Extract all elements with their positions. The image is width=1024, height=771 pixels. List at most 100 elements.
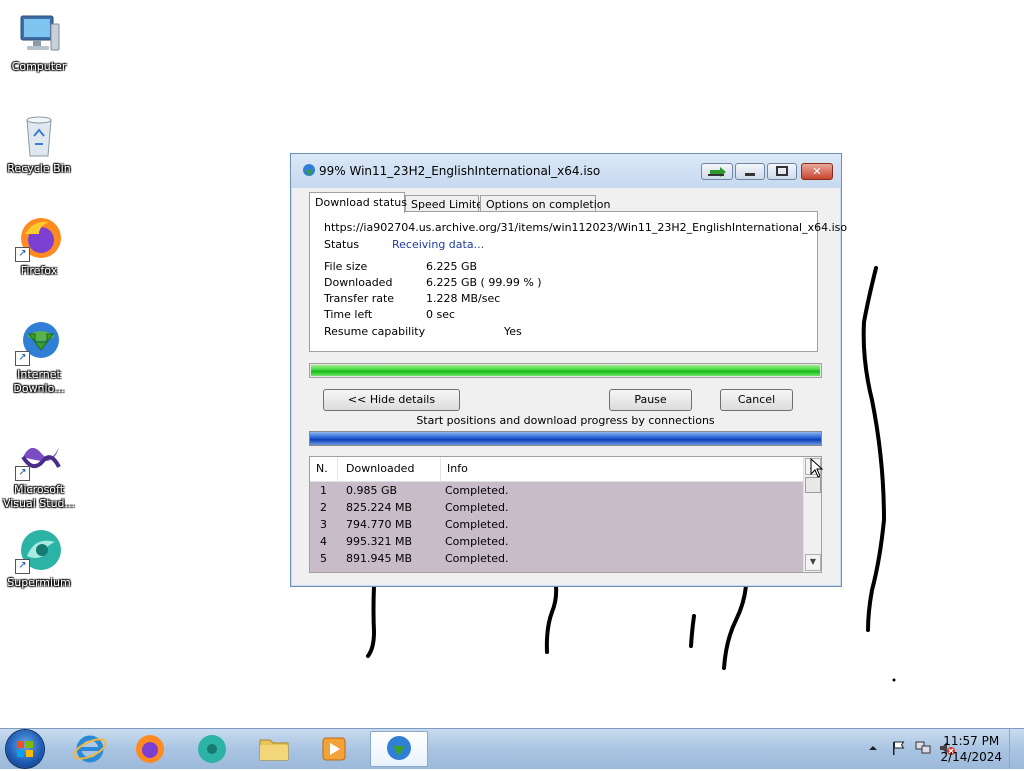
tab-speed-limiter[interactable]: Speed Limiter: [405, 195, 488, 212]
table-row[interactable]: 2 825.224 MB Completed.: [310, 499, 804, 516]
downloaded-label: Downloaded: [324, 276, 393, 289]
table-row[interactable]: 3 794.770 MB Completed.: [310, 516, 804, 533]
transfer-rate-value: 1.228 MB/sec: [426, 292, 501, 305]
transfer-rate-label: Transfer rate: [324, 292, 395, 305]
connections-caption: Start positions and download progress by…: [416, 414, 715, 427]
show-desktop-button[interactable]: [1009, 729, 1024, 769]
shortcut-arrow-icon: ↗: [15, 466, 30, 481]
row-downloaded: 995.321 MB: [346, 535, 413, 548]
maximize-button[interactable]: [767, 163, 797, 180]
system-tray: 11:57 PM 2/14/2024: [824, 729, 1024, 769]
dialog-client-area: Download status Speed Limiter Options on…: [299, 188, 847, 578]
taskbar-firefox[interactable]: [122, 731, 178, 767]
table-row[interactable]: 1 0.985 GB Completed.: [310, 482, 804, 499]
status-value: Receiving data...: [392, 238, 485, 251]
download-progress-dialog[interactable]: 99% Win11_23H2_EnglishInternational_x64.…: [290, 153, 847, 587]
network-icon[interactable]: [914, 740, 932, 756]
idm-icon: [387, 736, 411, 760]
action-center-flag-icon[interactable]: [890, 740, 906, 756]
desktop-icon-internet-download-manager[interactable]: ↗ Internet Downlo...: [1, 318, 77, 396]
mouse-cursor-icon: [810, 458, 824, 478]
row-downloaded: 891.945 MB: [346, 552, 413, 565]
supermium-icon: [198, 735, 226, 763]
row-number: 1: [320, 484, 327, 497]
start-button[interactable]: [6, 730, 44, 768]
taskbar-supermium[interactable]: [184, 731, 240, 767]
connections-table[interactable]: N. Downloaded Info 1 0.985 GB Completed.…: [309, 456, 822, 573]
desktop-icon-computer[interactable]: Computer: [1, 10, 77, 74]
tab-download-status[interactable]: Download status: [309, 192, 407, 213]
row-info: Completed.: [445, 518, 509, 531]
file-size-value: 6.225 GB: [426, 260, 478, 273]
row-info: Completed.: [445, 552, 509, 565]
download-progress-fill: [311, 365, 820, 376]
connections-progress-bar: [309, 431, 822, 446]
row-info: Completed.: [445, 484, 509, 497]
desktop-icon-label: Computer: [11, 60, 67, 73]
system-clock[interactable]: 11:57 PM 2/14/2024: [940, 733, 1002, 765]
resume-capability-label: Resume capability: [324, 325, 426, 338]
time-left-label: Time left: [324, 308, 373, 321]
row-downloaded: 825.224 MB: [346, 501, 413, 514]
minimize-to-tray-button[interactable]: [701, 163, 733, 180]
desktop-icon-firefox[interactable]: ↗ Firefox: [1, 214, 77, 278]
show-hidden-icons-icon[interactable]: [868, 743, 878, 753]
table-row[interactable]: 5 891.945 MB Completed.: [310, 550, 804, 567]
column-header-downloaded[interactable]: Downloaded: [340, 457, 441, 481]
row-info: Completed.: [445, 501, 509, 514]
dialog-titlebar[interactable]: 99% Win11_23H2_EnglishInternational_x64.…: [291, 154, 841, 188]
folder-icon: [259, 739, 289, 761]
desktop-icon-visual-studio[interactable]: ↗ Microsoft Visual Stud...: [1, 433, 77, 511]
shortcut-arrow-icon: ↗: [15, 351, 30, 366]
row-number: 5: [320, 552, 327, 565]
desktop-icon-label: Recycle Bin: [7, 162, 71, 175]
taskbar-file-explorer[interactable]: [246, 731, 302, 767]
desktop-icon-label: Internet Downlo...: [13, 368, 65, 395]
taskbar-internet-explorer[interactable]: [62, 731, 118, 767]
firefox-icon: [136, 735, 164, 763]
time-left-value: 0 sec: [426, 308, 456, 321]
cancel-button[interactable]: Cancel: [720, 389, 793, 411]
scrollbar-thumb[interactable]: [805, 477, 821, 493]
media-player-icon: [322, 737, 346, 761]
download-progress-bar: [309, 363, 822, 378]
column-header-info[interactable]: Info: [441, 457, 804, 481]
dialog-title: 99% Win11_23H2_EnglishInternational_x64.…: [319, 164, 601, 178]
row-info: Completed.: [445, 535, 509, 548]
clock-time: 11:57 PM: [943, 734, 1000, 748]
shortcut-arrow-icon: ↗: [15, 559, 30, 574]
desktop-icon-label: Microsoft Visual Stud...: [2, 483, 76, 510]
shortcut-arrow-icon: ↗: [15, 247, 30, 262]
close-icon: ✕: [812, 165, 822, 178]
column-header-n[interactable]: N.: [310, 457, 338, 481]
table-row[interactable]: 4 995.321 MB Completed.: [310, 533, 804, 550]
tab-options-on-completion[interactable]: Options on completion: [480, 195, 611, 212]
status-label: Status: [324, 238, 360, 251]
taskbar: 11:57 PM 2/14/2024: [0, 728, 1024, 769]
minimize-button[interactable]: [735, 163, 765, 180]
taskbar-media-player[interactable]: [306, 731, 362, 767]
desktop-icon-label: Supermium: [7, 576, 71, 589]
recycle-bin-icon: [15, 112, 63, 160]
file-size-label: File size: [324, 260, 368, 273]
downloaded-value: 6.225 GB ( 99.99 % ): [426, 276, 542, 289]
hide-details-button[interactable]: << Hide details: [323, 389, 460, 411]
desktop-icon-supermium[interactable]: ↗ Supermium: [1, 526, 77, 590]
download-url: https://ia902704.us.archive.org/31/items…: [324, 221, 848, 234]
row-number: 3: [320, 518, 327, 531]
row-number: 2: [320, 501, 327, 514]
maximize-icon: [776, 166, 788, 176]
internet-explorer-icon: [73, 735, 107, 763]
pause-button[interactable]: Pause: [609, 389, 692, 411]
idm-app-icon: [301, 163, 317, 179]
connections-table-body: 1 0.985 GB Completed. 2 825.224 MB Compl…: [310, 482, 804, 572]
computer-icon: [15, 10, 63, 58]
taskbar-internet-download-manager[interactable]: [370, 731, 428, 767]
row-downloaded: 794.770 MB: [346, 518, 413, 531]
desktop-icon-recycle-bin[interactable]: Recycle Bin: [1, 112, 77, 176]
close-button[interactable]: ✕: [801, 163, 833, 180]
scroll-down-icon[interactable]: ▼: [805, 554, 821, 571]
firefox-icon: ↗: [15, 214, 63, 262]
resume-capability-value: Yes: [504, 325, 522, 338]
row-downloaded: 0.985 GB: [346, 484, 398, 497]
